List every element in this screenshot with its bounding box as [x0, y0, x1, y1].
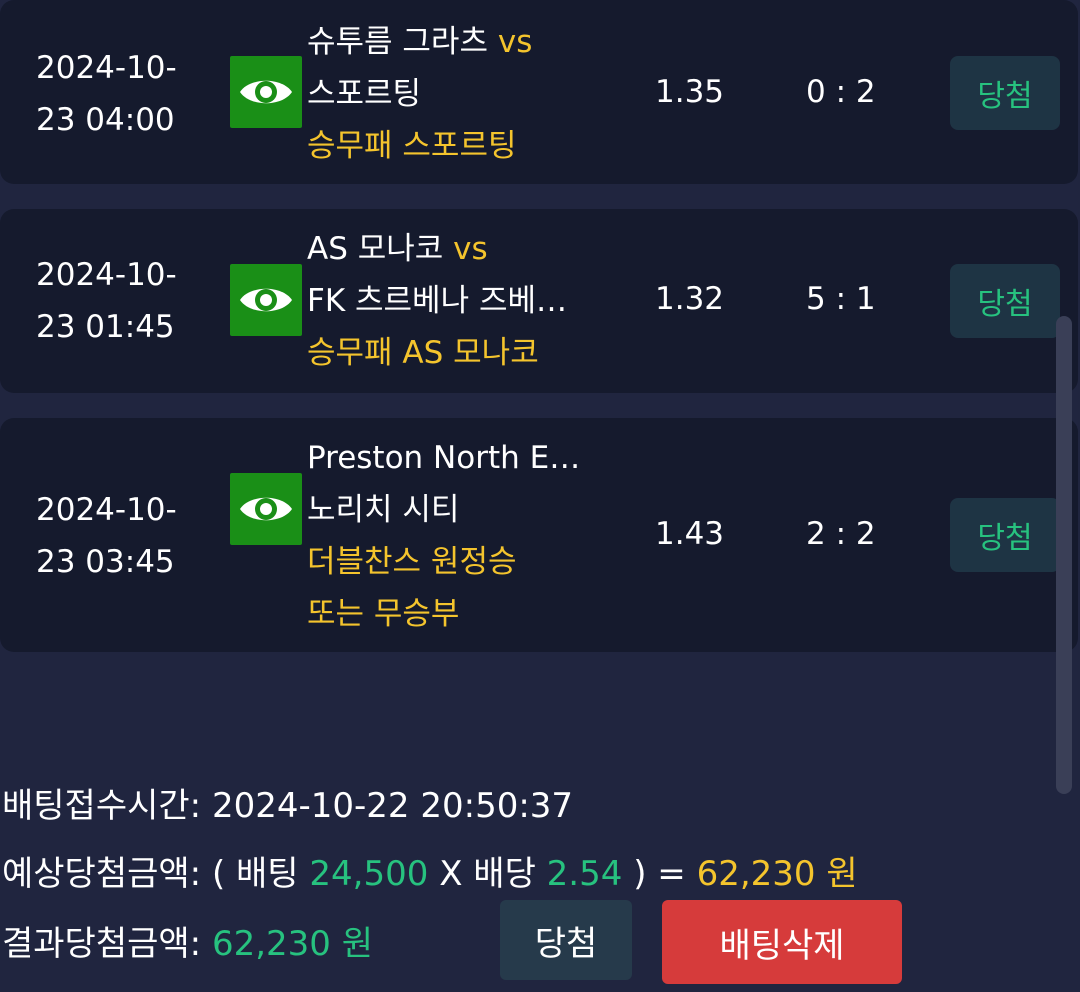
view-match-button[interactable]	[230, 56, 302, 128]
stake-label: ( 배팅	[211, 854, 299, 894]
status-badge: 당첨	[950, 56, 1060, 130]
eye-icon	[240, 80, 292, 104]
result-win-row: 결과당첨금액: 62,230 원	[2, 916, 373, 965]
match-info: Preston North E… 노리치 시티 더블찬스 원정승 또는 무승부	[307, 432, 597, 640]
match-score: 0 : 2	[806, 74, 876, 110]
eye-icon	[240, 497, 292, 521]
expected-win-label: 예상당첨금액:	[2, 854, 202, 894]
stake-amount: 24,500	[309, 854, 429, 894]
match-score: 5 : 1	[806, 281, 876, 317]
eye-icon	[240, 288, 292, 312]
bet-odds: 1.32	[655, 281, 725, 317]
bet-card: 2024-10- 23 03:45 Preston North E… 노리치 시…	[0, 418, 1078, 652]
match-score: 2 : 2	[806, 516, 876, 552]
vs-label: vs	[453, 231, 488, 267]
bet-date-line: 2024-10-	[36, 257, 177, 293]
home-team-line: 슈투름 그라츠 vs	[307, 16, 597, 68]
total-odds: 2.54	[546, 854, 623, 894]
home-team: Preston North E…	[307, 440, 581, 476]
bet-card: 2024-10- 23 01:45 AS 모나코 vs FK 츠르베나 즈베… …	[0, 209, 1078, 393]
expected-win-amount: 62,230 원	[696, 854, 858, 894]
status-badge: 당첨	[950, 498, 1060, 572]
bet-detail-screen: 2024-10- 23 04:00 슈투름 그라츠 vs 스포르팅 승무패 스포…	[0, 0, 1080, 992]
bet-pick-continued: 또는 무승부	[307, 596, 460, 632]
result-win-label: 결과당첨금액:	[2, 924, 202, 964]
bet-card: 2024-10- 23 04:00 슈투름 그라츠 vs 스포르팅 승무패 스포…	[0, 0, 1078, 184]
away-team: 스포르팅	[307, 76, 422, 112]
bet-odds: 1.43	[655, 516, 725, 552]
match-info: 슈투름 그라츠 vs 스포르팅 승무패 스포르팅	[307, 16, 597, 172]
bet-odds: 1.35	[655, 74, 725, 110]
vs-label: vs	[497, 24, 533, 60]
bet-time-line: 23 01:45	[36, 309, 175, 345]
away-team: 노리치 시티	[307, 492, 460, 528]
status-badge: 당첨	[950, 264, 1060, 338]
match-info: AS 모나코 vs FK 츠르베나 즈베… 승무패 AS 모나코	[307, 223, 597, 379]
view-match-button[interactable]	[230, 264, 302, 336]
expected-win-row: 예상당첨금액: ( 배팅 24,500 X 배당 2.54 ) = 62,230…	[2, 846, 858, 895]
view-match-button[interactable]	[230, 473, 302, 545]
home-team-line: AS 모나코 vs	[307, 223, 597, 275]
equals-sign: ) =	[633, 854, 686, 894]
home-team: 슈투름 그라츠	[307, 24, 488, 60]
odds-label: X 배당	[439, 854, 536, 894]
bet-date-line: 2024-10-	[36, 492, 177, 528]
bet-date-line: 2024-10-	[36, 50, 177, 86]
away-team: FK 츠르베나 즈베…	[307, 283, 567, 319]
bet-time-row: 배팅접수시간: 2024-10-22 20:50:37	[2, 778, 573, 827]
bet-pick: 승무패 스포르팅	[307, 128, 517, 164]
bet-pick: 더블찬스 원정승	[307, 544, 517, 580]
bet-time-line: 23 03:45	[36, 544, 175, 580]
bet-time-label: 배팅접수시간:	[2, 786, 202, 826]
home-team: AS 모나코	[307, 231, 444, 267]
delete-bet-button[interactable]: 배팅삭제	[662, 900, 902, 984]
bet-date: 2024-10- 23 01:45	[36, 249, 216, 353]
bet-time-line: 23 04:00	[36, 102, 175, 138]
bet-pick: 승무패 AS 모나코	[307, 335, 539, 371]
scrollbar-thumb[interactable]	[1056, 316, 1072, 794]
result-win-amount: 62,230 원	[211, 924, 374, 964]
bet-time-value: 2024-10-22 20:50:37	[211, 786, 574, 826]
win-status-button[interactable]: 당첨	[500, 900, 632, 980]
bet-date: 2024-10- 23 04:00	[36, 42, 216, 146]
bet-date: 2024-10- 23 03:45	[36, 484, 216, 588]
